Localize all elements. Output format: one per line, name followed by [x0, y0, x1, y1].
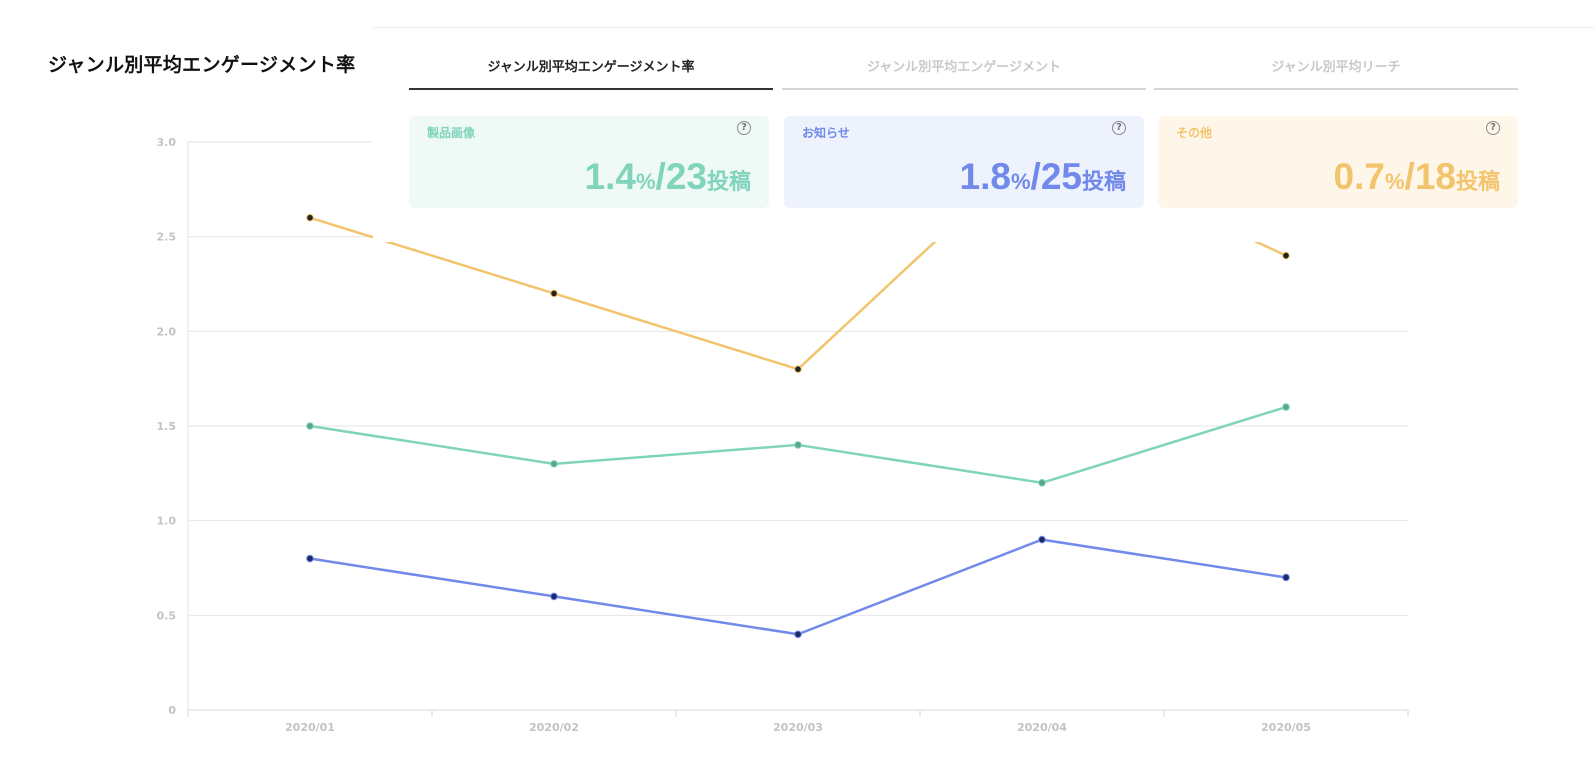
- y-tick-label: 1.5: [157, 420, 177, 433]
- post-count: /25: [1030, 156, 1082, 197]
- rate-value: 0.7: [1333, 156, 1385, 197]
- question-circle-icon[interactable]: ?: [1112, 121, 1126, 135]
- post-count: /18: [1404, 156, 1456, 197]
- data-point: [550, 460, 558, 468]
- card-value: 1.8%/25投稿: [960, 154, 1126, 208]
- data-point: [1282, 573, 1290, 582]
- summary-panel: ジャンル別平均エンゲージメント率 ジャンル別平均エンゲージメント ジャンル別平均…: [373, 28, 1594, 242]
- x-tick-label: 2020/02: [529, 721, 579, 734]
- rate-unit: %: [1384, 169, 1405, 194]
- y-tick-label: 1.0: [157, 515, 177, 528]
- y-tick-label: 2.0: [157, 325, 177, 338]
- x-tick-label: 2020/03: [773, 721, 823, 734]
- card-product-image: 製品画像 ? 1.4%/23投稿: [409, 116, 769, 208]
- question-circle-icon[interactable]: ?: [1486, 121, 1500, 135]
- data-point: [1038, 535, 1046, 544]
- card-label: お知らせ: [802, 126, 850, 140]
- page-title: ジャンル別平均エンゲージメント率: [48, 54, 356, 76]
- x-tick-label: 2020/04: [1017, 721, 1067, 734]
- card-announcement: お知らせ ? 1.8%/25投稿: [784, 116, 1144, 208]
- y-tick-label: 0.5: [157, 609, 177, 622]
- card-label: 製品画像: [427, 126, 476, 140]
- data-point: [306, 213, 314, 222]
- post-unit: 投稿: [1081, 170, 1126, 195]
- tab-engagement-rate[interactable]: ジャンル別平均エンゲージメント率: [409, 50, 773, 90]
- tab-bar: ジャンル別平均エンゲージメント率 ジャンル別平均エンゲージメント ジャンル別平均…: [409, 50, 1519, 90]
- data-point: [550, 592, 558, 601]
- data-point: [1038, 479, 1046, 487]
- card-value: 0.7%/18投稿: [1334, 154, 1500, 208]
- x-tick-label: 2020/01: [285, 721, 335, 734]
- tab-engagement[interactable]: ジャンル別平均エンゲージメント: [782, 50, 1146, 90]
- rate-unit: %: [1010, 169, 1031, 194]
- y-tick-label: 3.0: [157, 136, 177, 149]
- data-point: [550, 289, 558, 298]
- question-circle-icon[interactable]: ?: [737, 121, 751, 135]
- rate-unit: %: [635, 169, 656, 194]
- post-count: /23: [655, 156, 707, 197]
- x-tick-label: 2020/05: [1261, 721, 1311, 734]
- tab-reach[interactable]: ジャンル別平均リーチ: [1154, 50, 1518, 90]
- y-tick-label: 2.5: [157, 231, 177, 244]
- data-point: [794, 441, 802, 449]
- post-unit: 投稿: [1455, 170, 1500, 195]
- card-other: その他 ? 0.7%/18投稿: [1158, 116, 1518, 208]
- post-unit: 投稿: [706, 170, 751, 195]
- rate-value: 1.8: [959, 156, 1011, 197]
- data-point: [1282, 403, 1290, 411]
- data-point: [794, 365, 802, 374]
- series-line-2: [309, 538, 1287, 636]
- rate-value: 1.4: [584, 156, 636, 197]
- y-tick-label: 0: [168, 704, 176, 717]
- data-point: [1282, 251, 1290, 260]
- data-point: [794, 630, 802, 639]
- data-point: [306, 422, 314, 430]
- card-value: 1.4%/23投稿: [585, 154, 751, 208]
- data-point: [306, 554, 314, 563]
- card-label: その他: [1176, 126, 1213, 140]
